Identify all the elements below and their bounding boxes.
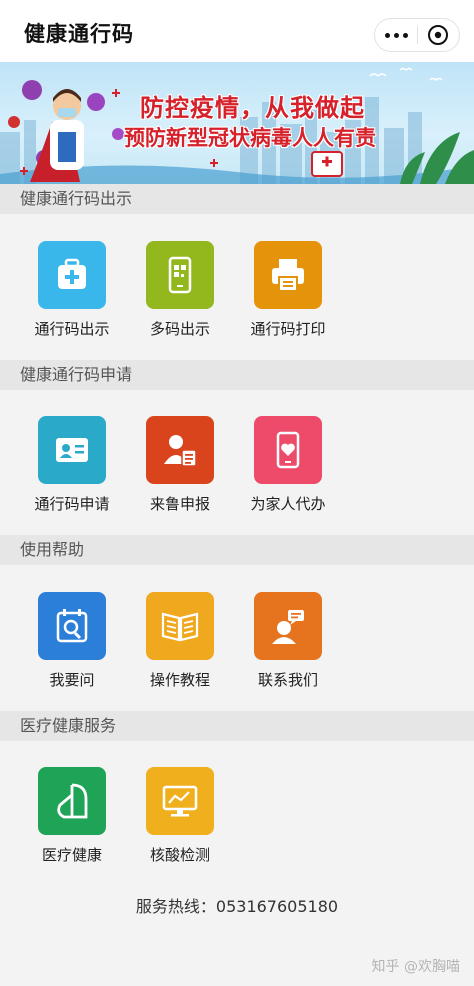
grid-item-label: 来鲁申报	[149, 495, 210, 513]
section-header-pass-apply: 健康通行码申请	[0, 360, 474, 390]
grid-item-label: 多码出示	[149, 320, 210, 338]
app-title: 健康通行码	[24, 22, 134, 46]
mini-program-capsule	[374, 18, 460, 52]
grid-item-nucleic-test[interactable]: 核酸检测	[125, 767, 235, 877]
grid-item-contact-us[interactable]: 联系我们	[233, 592, 343, 702]
phone-heart-icon	[254, 416, 322, 484]
grid-item-label: 为家人代办	[250, 495, 326, 513]
banner-headline: 防控疫情，从我做起	[140, 94, 365, 122]
banner-subheadline: 预防新型冠状病毒人人有责	[124, 126, 376, 150]
grid-item-label: 通行码申请	[34, 495, 110, 513]
grid-item-ask-question[interactable]: 我要问	[17, 592, 127, 702]
grid-item-label: 核酸检测	[149, 846, 210, 864]
section-header-help: 使用帮助	[0, 535, 474, 565]
section-header-medical: 医疗健康服务	[0, 711, 474, 741]
support-agent-icon	[254, 592, 322, 660]
health-logo-icon	[38, 767, 106, 835]
person-document-icon	[146, 416, 214, 484]
grid-item-label: 医疗健康	[41, 846, 102, 864]
grid-item-pass-print[interactable]: 通行码打印	[233, 241, 343, 351]
service-hotline[interactable]: 服务热线：053167605180	[0, 893, 474, 917]
grid-item-label: 操作教程	[149, 671, 210, 689]
title-bar: 健康通行码	[0, 0, 474, 62]
calendar-search-icon	[38, 592, 106, 660]
grid-item-label: 通行码出示	[34, 320, 110, 338]
grid-item-family-proxy[interactable]: 为家人代办	[233, 416, 343, 526]
grid-item-tutorial[interactable]: 操作教程	[125, 592, 235, 702]
section-header-pass-display: 健康通行码出示	[0, 184, 474, 214]
medical-kit-icon	[38, 241, 106, 309]
epidemic-banner[interactable]: 防控疫情，从我做起 预防新型冠状病毒人人有责	[0, 62, 474, 184]
grid-item-label: 我要问	[49, 671, 95, 689]
id-card-icon	[38, 416, 106, 484]
more-dots-icon[interactable]	[375, 19, 417, 51]
close-circle-icon[interactable]	[418, 19, 459, 51]
printer-icon	[254, 241, 322, 309]
monitor-chart-icon	[146, 767, 214, 835]
phone-qr-icon	[146, 241, 214, 309]
grid-item-shandong-declare[interactable]: 来鲁申报	[125, 416, 235, 526]
grid-item-medical-health[interactable]: 医疗健康	[17, 767, 127, 877]
grid-item-pass-display[interactable]: 通行码出示	[17, 241, 127, 351]
grid-item-label: 联系我们	[257, 671, 318, 689]
watermark: 知乎 @欢胸喵	[371, 959, 460, 975]
grid-item-label: 通行码打印	[250, 320, 326, 338]
grid-item-multi-code[interactable]: 多码出示	[125, 241, 235, 351]
open-book-icon	[146, 592, 214, 660]
grid-item-pass-apply[interactable]: 通行码申请	[17, 416, 127, 526]
